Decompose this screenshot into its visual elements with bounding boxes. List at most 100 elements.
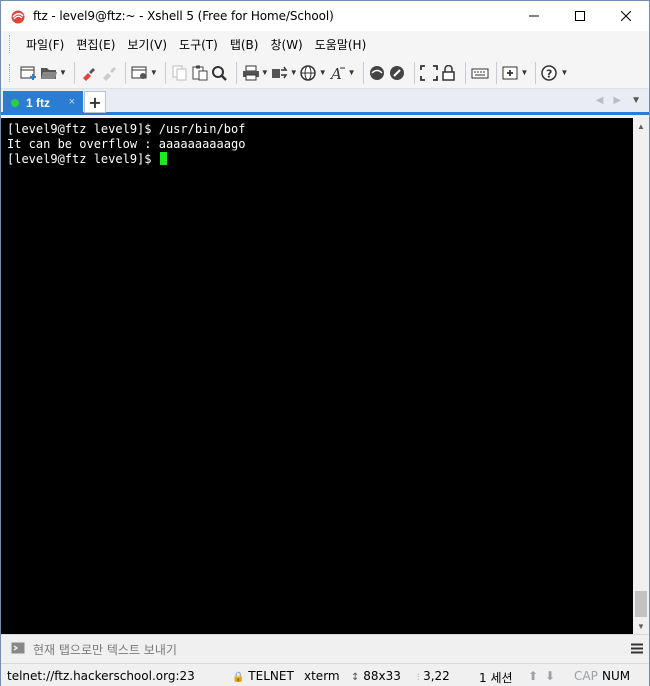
lock-button[interactable] [440,61,458,85]
transfer-button[interactable]: ▼ [271,61,298,85]
close-button[interactable] [603,1,649,31]
globe-button[interactable]: ▼ [299,61,327,85]
font-icon: A [329,65,345,81]
connected-status-icon [11,99,19,107]
new-session-icon [20,66,36,80]
menu-view[interactable]: 보기(V) [121,36,173,53]
status-num-lock: NUM [602,669,631,683]
tab-navigation: ◀ ▶ ▼ [596,95,641,106]
scroll-down-icon[interactable]: ▼ [633,618,649,634]
paste-button[interactable] [191,61,209,85]
chevron-down-icon: ▼ [59,68,67,77]
add-window-icon [502,66,518,79]
print-icon [242,65,259,80]
xmanager-button[interactable] [389,61,407,85]
xshell-window: ftz - level9@ftz:~ - Xshell 5 (Free for … [0,0,650,686]
scroll-up-icon[interactable]: ▲ [633,118,649,134]
lock-icon [441,64,455,81]
compose-terminal-icon [11,642,25,657]
add-tab-button[interactable]: + [84,91,106,113]
upload-arrow-icon: ⬆ [528,669,539,683]
compose-input[interactable]: 현재 탭으로만 텍스트 보내기 [33,641,177,658]
cursor-position-icon: ⫶ [417,673,420,683]
toolbar: ▼ ▼ ▼ ▼ ▼ A ▼ ▼ ? ▼ [1,57,649,89]
copy-button[interactable] [171,61,189,85]
menu-file[interactable]: 파일(F) [20,36,70,53]
xftp-button[interactable] [369,61,387,85]
status-protocol: 🔒 TELNET [232,669,294,683]
svg-text:A: A [329,65,342,81]
compose-bar[interactable]: 현재 탭으로만 텍스트 보내기 [1,634,649,663]
transfer-icon [271,66,288,78]
menu-window[interactable]: 창(W) [264,36,308,53]
tab-ftz[interactable]: 1 ftz × [3,91,83,115]
globe-icon [299,64,316,81]
toolbar-separator [235,61,237,84]
keyboard-icon [471,68,489,78]
toolbar-separator [164,61,166,84]
font-button[interactable]: A ▼ [329,61,356,85]
open-session-button[interactable]: ▼ [40,61,67,85]
tab-close-icon[interactable]: × [69,96,75,108]
chevron-down-icon: ▼ [347,68,356,77]
menu-tab[interactable]: 탭(B) [224,36,265,53]
status-terminal-type: xterm [304,669,340,683]
toolbar-separator [362,61,364,84]
terminal-prompt: [level9@ftz level9]$ [7,152,159,166]
resize-icon: ↕ [351,672,360,683]
window-title: ftz - level9@ftz:~ - Xshell 5 (Free for … [33,9,334,23]
reconnect-button[interactable] [80,61,98,85]
chevron-down-icon: ▼ [318,68,327,77]
tab-label: 1 ftz [26,96,50,110]
maximize-button[interactable] [557,1,603,31]
status-cursor-label: 3,22 [423,669,450,683]
keyboard-button[interactable] [471,61,489,85]
status-size-label: 88x33 [363,669,401,683]
tab-next-icon[interactable]: ▶ [613,95,621,106]
toolbar-separator [124,61,126,84]
folder-icon [41,67,57,79]
status-size: ↕ 88x33 [351,669,401,683]
copy-icon [172,65,187,80]
minimize-button[interactable] [511,1,557,31]
find-button[interactable] [211,61,229,85]
menu-tools[interactable]: 도구(T) [173,36,224,53]
toolbar-separator [464,61,466,84]
fullscreen-button[interactable] [419,61,438,85]
scrollbar-thumb[interactable] [635,591,647,617]
help-icon: ? [541,64,558,81]
properties-button[interactable]: ▼ [131,61,158,85]
menu-bar: 파일(F) 편집(E) 보기(V) 도구(T) 탭(B) 창(W) 도움말(H) [1,31,649,57]
new-tab-button[interactable]: ▼ [502,61,528,85]
title-bar: ftz - level9@ftz:~ - Xshell 5 (Free for … [1,1,649,31]
paste-icon [192,65,208,80]
toolbar-separator [413,61,415,84]
print-button[interactable]: ▼ [242,61,269,85]
terminal-screen[interactable]: [level9@ftz level9]$ /usr/bin/bof It can… [1,118,633,634]
search-icon [211,65,227,81]
tab-list-icon[interactable]: ▼ [631,95,641,106]
terminal-scrollbar[interactable]: ▲ ▼ [633,118,649,634]
lock-icon: 🔒 [232,672,245,683]
status-bar: telnet://ftz.hackerschool.org:23 🔒 TELNE… [1,663,649,686]
chevron-down-icon: ▼ [149,68,158,77]
menu-help[interactable]: 도움말(H) [309,36,373,53]
status-cursor: ⫶ 3,22 [417,669,450,683]
terminal-line: It can be overflow : aaaaaaaaaago [7,137,246,151]
toolbar-separator [535,61,537,84]
tab-prev-icon[interactable]: ◀ [596,95,604,106]
xmanager-icon [389,65,404,80]
window-controls [511,1,649,31]
menu-edit[interactable]: 편집(E) [70,36,121,53]
fullscreen-icon [419,64,438,81]
help-button[interactable]: ? ▼ [541,61,568,85]
hamburger-menu-icon[interactable] [631,643,643,657]
download-arrow-icon: ⬇ [545,669,556,683]
xftp-icon [369,65,384,80]
status-caps-lock: CAP [574,669,598,683]
new-session-button[interactable] [20,61,38,85]
tab-bar: 1 ftz × + ◀ ▶ ▼ [1,89,649,115]
chevron-down-icon: ▼ [260,68,269,77]
disconnect-button[interactable] [100,61,118,85]
disconnect-plug-icon [102,66,116,81]
